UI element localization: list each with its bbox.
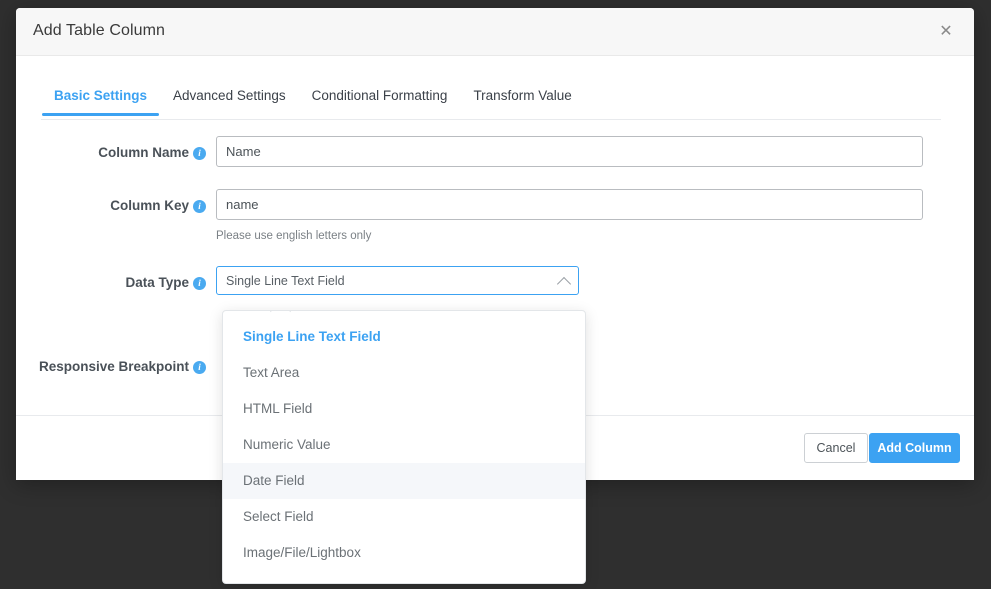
column-key-hint: Please use english letters only xyxy=(216,230,372,242)
column-key-label: Column Key i xyxy=(16,189,216,223)
info-icon[interactable]: i xyxy=(193,147,206,160)
data-type-selected-value: Single Line Text Field xyxy=(226,273,345,288)
column-key-field: Please use english letters only xyxy=(216,189,974,242)
cancel-button[interactable]: Cancel xyxy=(804,433,868,463)
column-name-label: Column Name i xyxy=(16,136,216,170)
add-column-button[interactable]: Add Column xyxy=(869,433,960,463)
dropdown-option-text-area[interactable]: Text Area xyxy=(223,355,585,391)
tab-conditional-formatting[interactable]: Conditional Formatting xyxy=(299,78,461,115)
tab-label: Advanced Settings xyxy=(173,88,286,103)
form-row-data-type: Data Type i Single Line Text Field xyxy=(16,266,974,300)
dropdown-option-single-line-text-field[interactable]: Single Line Text Field xyxy=(223,319,585,355)
responsive-breakpoint-label: Responsive Breakpoint i xyxy=(16,350,216,384)
dropdown-option-image-file-lightbox[interactable]: Image/File/Lightbox xyxy=(223,535,585,571)
form-row-column-name: Column Name i xyxy=(16,136,974,170)
dropdown-option-button-field[interactable]: Button Field xyxy=(223,571,585,583)
chevron-up-icon xyxy=(556,276,572,291)
responsive-breakpoint-label-text: Responsive Breakpoint xyxy=(38,359,189,374)
tab-transform-value[interactable]: Transform Value xyxy=(460,78,584,115)
column-key-label-text: Column Key xyxy=(110,198,189,213)
dialog-title: Add Table Column xyxy=(33,22,166,39)
dialog-tabs: Basic Settings Advanced Settings Conditi… xyxy=(41,78,941,120)
tab-basic-settings[interactable]: Basic Settings xyxy=(41,78,160,116)
form-row-column-key: Column Key i Please use english letters o… xyxy=(16,189,974,242)
data-type-label: Data Type i xyxy=(16,266,216,300)
dropdown-option-date-field[interactable]: Date Field xyxy=(223,463,585,499)
column-key-input[interactable] xyxy=(216,189,923,220)
tab-advanced-settings[interactable]: Advanced Settings xyxy=(160,78,299,115)
data-type-field: Single Line Text Field xyxy=(216,266,974,295)
info-icon[interactable]: i xyxy=(193,200,206,213)
screen: e w Ed abl D Add Table Column ✕ Basic Se… xyxy=(0,0,991,589)
data-type-select[interactable]: Single Line Text Field xyxy=(216,266,579,295)
dialog-header: Add Table Column ✕ xyxy=(16,8,974,56)
tab-label: Basic Settings xyxy=(54,88,148,103)
column-name-input[interactable] xyxy=(216,136,923,167)
info-icon[interactable]: i xyxy=(193,277,206,290)
dropdown-option-select-field[interactable]: Select Field xyxy=(223,499,585,535)
dropdown-option-numeric-value[interactable]: Numeric Value xyxy=(223,427,585,463)
data-type-label-text: Data Type xyxy=(125,275,189,290)
info-icon[interactable]: i xyxy=(193,361,206,374)
tab-label: Conditional Formatting xyxy=(311,88,448,103)
column-name-field xyxy=(216,136,974,167)
dropdown-option-html-field[interactable]: HTML Field xyxy=(223,391,585,427)
data-type-dropdown: Single Line Text Field Text Area HTML Fi… xyxy=(222,310,586,584)
column-name-label-text: Column Name xyxy=(98,145,189,160)
close-icon[interactable]: ✕ xyxy=(934,20,958,44)
tab-label: Transform Value xyxy=(473,88,572,103)
data-type-option-list: Single Line Text Field Text Area HTML Fi… xyxy=(223,311,585,583)
